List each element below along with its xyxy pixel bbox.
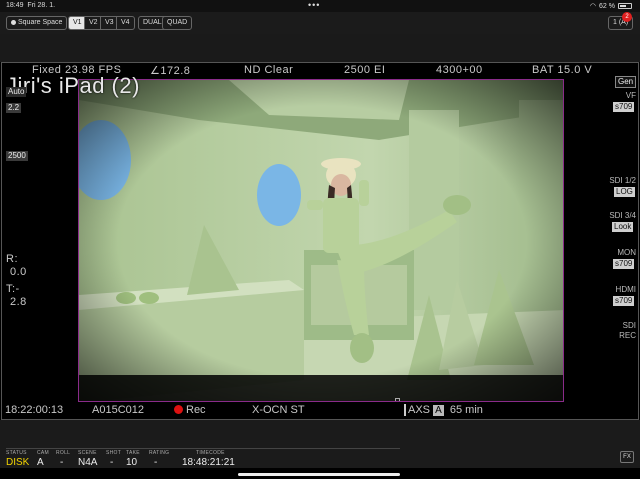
fx-button[interactable]: FX <box>620 451 634 463</box>
ios-status-bar: 18:49 Fri 28. 1. ••• ◠ 62 % <box>0 0 640 12</box>
sdi-rec-label-2: REC <box>619 331 636 340</box>
media-slot-box: A <box>433 405 444 416</box>
notification-badge: 2 <box>622 12 632 22</box>
timecode-field[interactable]: TIMECODE 18:48:21:21 <box>182 450 235 468</box>
home-indicator[interactable] <box>238 473 400 476</box>
shutter-readout: ∠172.8 <box>150 65 191 77</box>
toolbar-spacer <box>0 34 640 62</box>
clip-name: A015C012 <box>92 404 144 416</box>
scene-field[interactable]: SCENE N4A <box>78 450 97 468</box>
square-space-button[interactable]: Square Space <box>6 16 68 30</box>
sdi34-value: Look <box>612 222 634 232</box>
gen-box: Gen <box>615 76 637 88</box>
t-value: 2.8 <box>10 296 27 308</box>
vf-label: VF <box>625 91 636 100</box>
metadata-bar: STATUS DISK CAM A ROLL - SCENE N4A SHOT … <box>0 420 640 468</box>
circle-icon <box>11 19 16 25</box>
media-readout: AXS A 65 min <box>404 404 483 416</box>
sdi12-value: LOG <box>614 187 635 197</box>
r-label: R: <box>6 253 18 265</box>
take-field[interactable]: TAKE 10 <box>126 450 140 468</box>
quad-button[interactable]: QUAD <box>162 16 193 30</box>
sdi12-label: SDI 1/2 <box>609 176 636 185</box>
battery-voltage-readout: BAT 15.0 V <box>532 64 593 76</box>
codec-readout: X-OCN ST <box>252 404 305 416</box>
camera-image <box>78 79 564 402</box>
app-toolbar: Square Space V1 V2 V3 V4 DUAL QUAD 1 (A)… <box>0 12 640 34</box>
camera-monitor[interactable]: Fixed 23.98 FPS ∠172.8 ND Clear 2500 EI … <box>1 62 639 420</box>
hdmi-label: HDMI <box>615 285 636 294</box>
battery-indicator: ◠ 62 % <box>590 2 632 10</box>
record-icon <box>174 405 183 414</box>
rating-field[interactable]: RATING - <box>149 450 169 468</box>
status-field[interactable]: STATUS DISK <box>6 450 29 468</box>
clock: 18:49 Fri 28. 1. <box>6 2 56 9</box>
sdi-rec-label-1: SDI <box>622 321 636 330</box>
hdmi-value: s709 <box>613 296 635 306</box>
scene-illustration <box>79 80 563 401</box>
rec-status: Rec <box>174 404 206 416</box>
r-value: 0.0 <box>10 266 27 278</box>
t-label: T:- <box>6 283 20 295</box>
sdi34-label: SDI 3/4 <box>609 211 636 220</box>
ei-readout: 2500 EI <box>344 64 386 76</box>
vf-value: s709 <box>613 102 635 112</box>
battery-icon <box>618 3 632 9</box>
iso-box: 2500 <box>6 151 28 161</box>
wifi-icon: ◠ <box>589 3 597 10</box>
mon-label: MON <box>617 248 636 257</box>
shot-field[interactable]: SHOT - <box>106 450 121 468</box>
view-v4-button[interactable]: V4 <box>116 16 135 30</box>
auto-iris-box: Auto <box>6 87 27 97</box>
multitask-dots[interactable]: ••• <box>308 0 320 10</box>
cam-field[interactable]: CAM A <box>37 450 49 468</box>
tally-center-marker <box>395 398 400 401</box>
nd-readout: ND Clear <box>244 64 294 76</box>
metadata-divider <box>6 448 400 449</box>
roll-field[interactable]: ROLL - <box>56 450 70 468</box>
focus-tally-ticks <box>265 398 531 401</box>
mon-value: s709 <box>613 259 635 269</box>
ratio-box: 2.2 <box>6 103 22 113</box>
timecode-readout: 18:22:00:13 <box>5 404 64 416</box>
white-balance-readout: 4300+00 <box>436 64 483 76</box>
shutter-icon: ∠ <box>150 65 161 77</box>
